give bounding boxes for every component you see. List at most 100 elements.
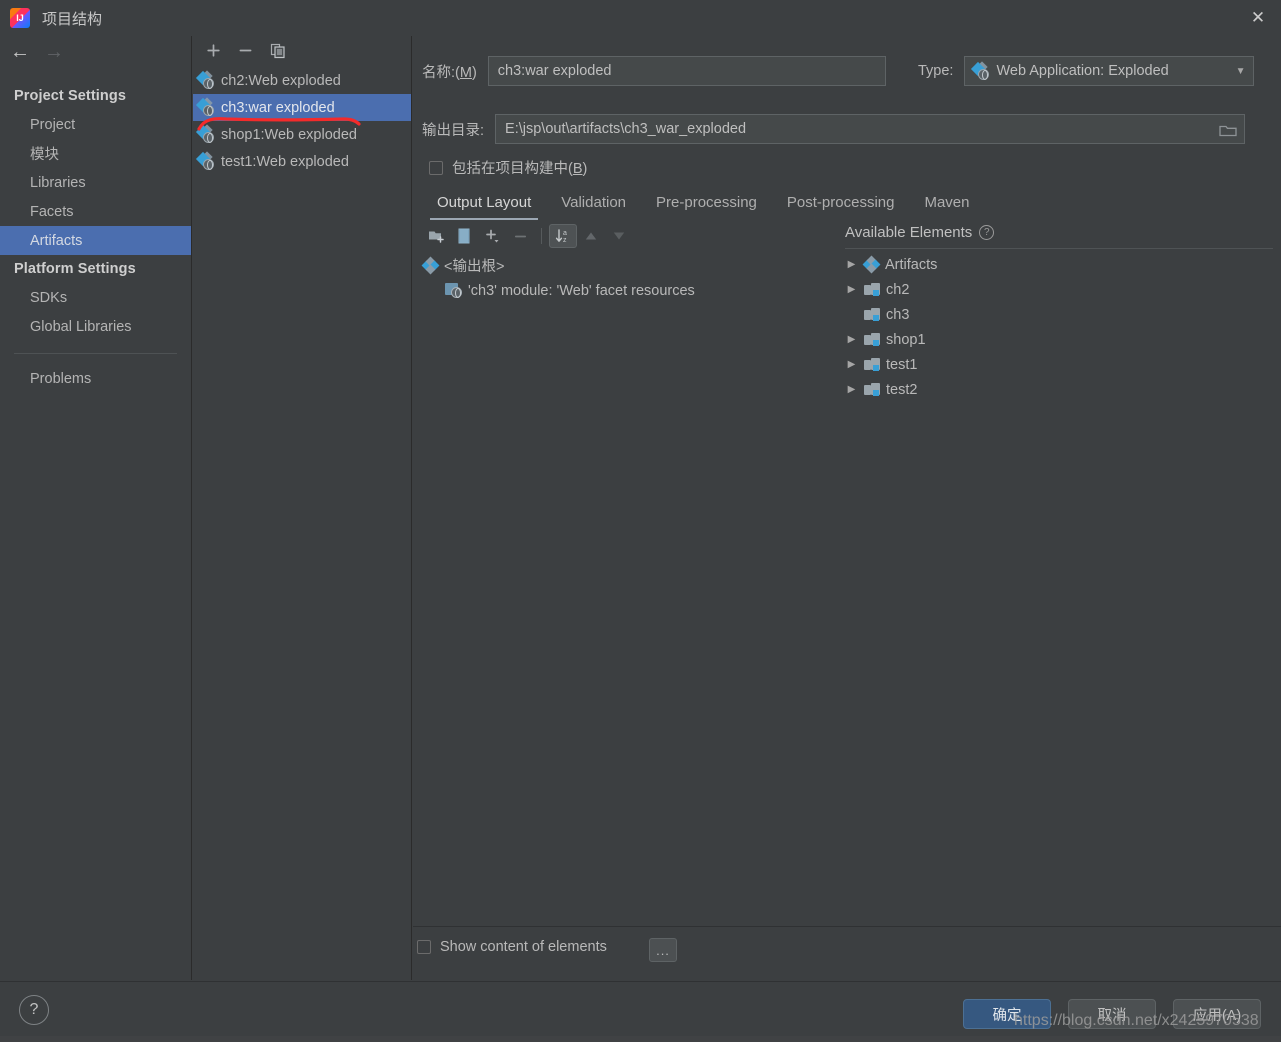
- dialog-footer: ? 确定 取消 应用(A): [0, 981, 1281, 1042]
- toolbar-divider: [541, 228, 542, 244]
- project-structure-dialog: 项目结构 ✕ ← → Project Settings Project 模块 L…: [0, 0, 1281, 1042]
- browse-folder-icon[interactable]: [1218, 121, 1238, 139]
- name-row: 名称:(M) ch3:war exploded: [422, 56, 886, 86]
- available-row-test2[interactable]: ▶ test2: [845, 377, 1273, 402]
- facet-resources-icon: [445, 283, 462, 298]
- remove-element-button[interactable]: [506, 224, 534, 248]
- artifact-label: ch2:Web exploded: [221, 72, 341, 89]
- show-content-label: Show content of elements: [440, 939, 607, 955]
- tab-output-layout[interactable]: Output Layout: [422, 188, 546, 220]
- available-row-shop1[interactable]: ▶ shop1: [845, 327, 1273, 352]
- editor-tabs: Output Layout Validation Pre-processing …: [422, 188, 985, 220]
- artifact-row-shop1[interactable]: shop1:Web exploded: [193, 121, 411, 148]
- output-directory-input[interactable]: E:\jsp\out\artifacts\ch3_war_exploded: [495, 114, 1246, 144]
- available-node-label: Artifacts: [885, 256, 938, 273]
- module-icon: [864, 357, 880, 372]
- artifact-label: ch3:war exploded: [221, 99, 335, 116]
- chevron-right-icon[interactable]: ▶: [845, 259, 858, 270]
- more-options-button[interactable]: ...: [649, 938, 677, 962]
- available-row-ch3[interactable]: ch3: [845, 302, 1273, 327]
- checkbox-box: [417, 940, 431, 954]
- tab-validation[interactable]: Validation: [546, 188, 641, 220]
- settings-sidebar: ← → Project Settings Project 模块 Librarie…: [0, 36, 192, 980]
- move-down-button[interactable]: [605, 224, 633, 248]
- add-copy-of-button[interactable]: [478, 224, 506, 248]
- sidebar-divider: [14, 353, 177, 354]
- chevron-right-icon[interactable]: ▶: [845, 384, 858, 395]
- output-layout-tree: <输出根> 'ch3' module: 'Web' facet resource…: [419, 253, 839, 303]
- sidebar-item-libraries[interactable]: Libraries: [0, 168, 191, 197]
- move-up-button[interactable]: [577, 224, 605, 248]
- sidebar-item-project[interactable]: Project: [0, 110, 191, 139]
- intellij-idea-icon: [10, 8, 30, 28]
- tree-row-ch3-facet-resources[interactable]: 'ch3' module: 'Web' facet resources: [419, 278, 839, 303]
- output-directory-value: E:\jsp\out\artifacts\ch3_war_exploded: [505, 121, 747, 137]
- tree-row-output-root[interactable]: <输出根>: [419, 253, 839, 278]
- create-directory-button[interactable]: [422, 224, 450, 248]
- artifact-diamond-icon: [421, 256, 440, 275]
- available-row-test1[interactable]: ▶ test1: [845, 352, 1273, 377]
- artifact-row-ch2[interactable]: ch2:Web exploded: [193, 67, 411, 94]
- web-artifact-icon: [195, 151, 215, 170]
- help-icon[interactable]: ?: [979, 225, 995, 240]
- svg-text:z: z: [563, 237, 567, 244]
- artifact-label: shop1:Web exploded: [221, 126, 357, 143]
- available-node-label: test2: [886, 381, 918, 398]
- help-button[interactable]: ?: [19, 995, 49, 1025]
- artifacts-toolbar: [193, 36, 411, 65]
- sidebar-item-global-libraries[interactable]: Global Libraries: [0, 312, 191, 341]
- available-elements-tree: ▶ Artifacts ▶ ch2 ch3 ▶ shop1 ▶ test1 ▶ …: [845, 252, 1273, 402]
- remove-artifact-button[interactable]: [238, 43, 253, 58]
- tab-maven[interactable]: Maven: [909, 188, 984, 220]
- module-icon: [864, 332, 880, 347]
- sidebar-item-artifacts[interactable]: Artifacts: [0, 226, 191, 255]
- web-artifact-icon: [195, 124, 215, 143]
- show-content-checkbox[interactable]: Show content of elements: [417, 939, 607, 955]
- include-in-build-checkbox[interactable]: 包括在项目构建中(B): [429, 157, 587, 178]
- sidebar-group-platform-settings: Platform Settings: [14, 261, 136, 277]
- chevron-right-icon[interactable]: ▶: [845, 359, 858, 370]
- type-label: Type:: [918, 63, 954, 79]
- copy-artifact-button[interactable]: [270, 43, 286, 59]
- available-node-label: test1: [886, 356, 918, 373]
- sidebar-item-problems[interactable]: Problems: [0, 364, 191, 393]
- forward-arrow-icon[interactable]: →: [44, 42, 64, 62]
- available-node-label: ch2: [886, 281, 910, 298]
- back-arrow-icon[interactable]: ←: [10, 42, 30, 62]
- sidebar-item-modules[interactable]: 模块: [0, 139, 191, 168]
- type-row: Type: Web Application: Exploded ▼: [918, 56, 1255, 86]
- artifact-editor-panel: 名称:(M) ch3:war exploded Type: Web Applic…: [413, 36, 1281, 980]
- create-archive-button[interactable]: [450, 224, 478, 248]
- chevron-right-icon[interactable]: ▶: [845, 284, 858, 295]
- svg-text:a: a: [563, 230, 567, 237]
- available-row-artifacts[interactable]: ▶ Artifacts: [845, 252, 1273, 277]
- cancel-button[interactable]: 取消: [1068, 999, 1156, 1029]
- available-elements-title: Available Elements: [845, 224, 973, 241]
- tree-node-label: 'ch3' module: 'Web' facet resources: [468, 282, 695, 299]
- ok-button[interactable]: 确定: [963, 999, 1051, 1029]
- artifact-row-test1[interactable]: test1:Web exploded: [193, 148, 411, 175]
- sidebar-item-sdks[interactable]: SDKs: [0, 283, 191, 312]
- apply-button[interactable]: 应用(A): [1173, 999, 1261, 1029]
- artifact-type-select[interactable]: Web Application: Exploded ▼: [964, 56, 1255, 86]
- chevron-right-icon[interactable]: ▶: [845, 334, 858, 345]
- artifact-label: test1:Web exploded: [221, 153, 349, 170]
- artifact-diamond-icon: [862, 255, 881, 274]
- sort-elements-button[interactable]: a z: [549, 224, 577, 248]
- output-layout-footer: Show content of elements ...: [413, 926, 1281, 980]
- window-title: 项目结构: [42, 10, 103, 28]
- available-row-ch2[interactable]: ▶ ch2: [845, 277, 1273, 302]
- add-artifact-button[interactable]: [206, 43, 221, 58]
- artifact-name-input[interactable]: ch3:war exploded: [487, 56, 886, 86]
- available-elements-header: Available Elements ?: [845, 224, 995, 241]
- module-icon: [864, 382, 880, 397]
- output-directory-row: 输出目录: E:\jsp\out\artifacts\ch3_war_explo…: [422, 114, 1246, 144]
- artifacts-list: ch2:Web exploded ch3:war exploded shop1:…: [193, 67, 411, 175]
- tab-pre-processing[interactable]: Pre-processing: [641, 188, 772, 220]
- sidebar-item-facets[interactable]: Facets: [0, 197, 191, 226]
- sidebar-nav: ← →: [0, 36, 191, 68]
- artifact-row-ch3[interactable]: ch3:war exploded: [193, 94, 411, 121]
- close-icon[interactable]: ✕: [1235, 0, 1281, 36]
- artifact-type-value: Web Application: Exploded: [996, 63, 1169, 79]
- tab-post-processing[interactable]: Post-processing: [772, 188, 910, 220]
